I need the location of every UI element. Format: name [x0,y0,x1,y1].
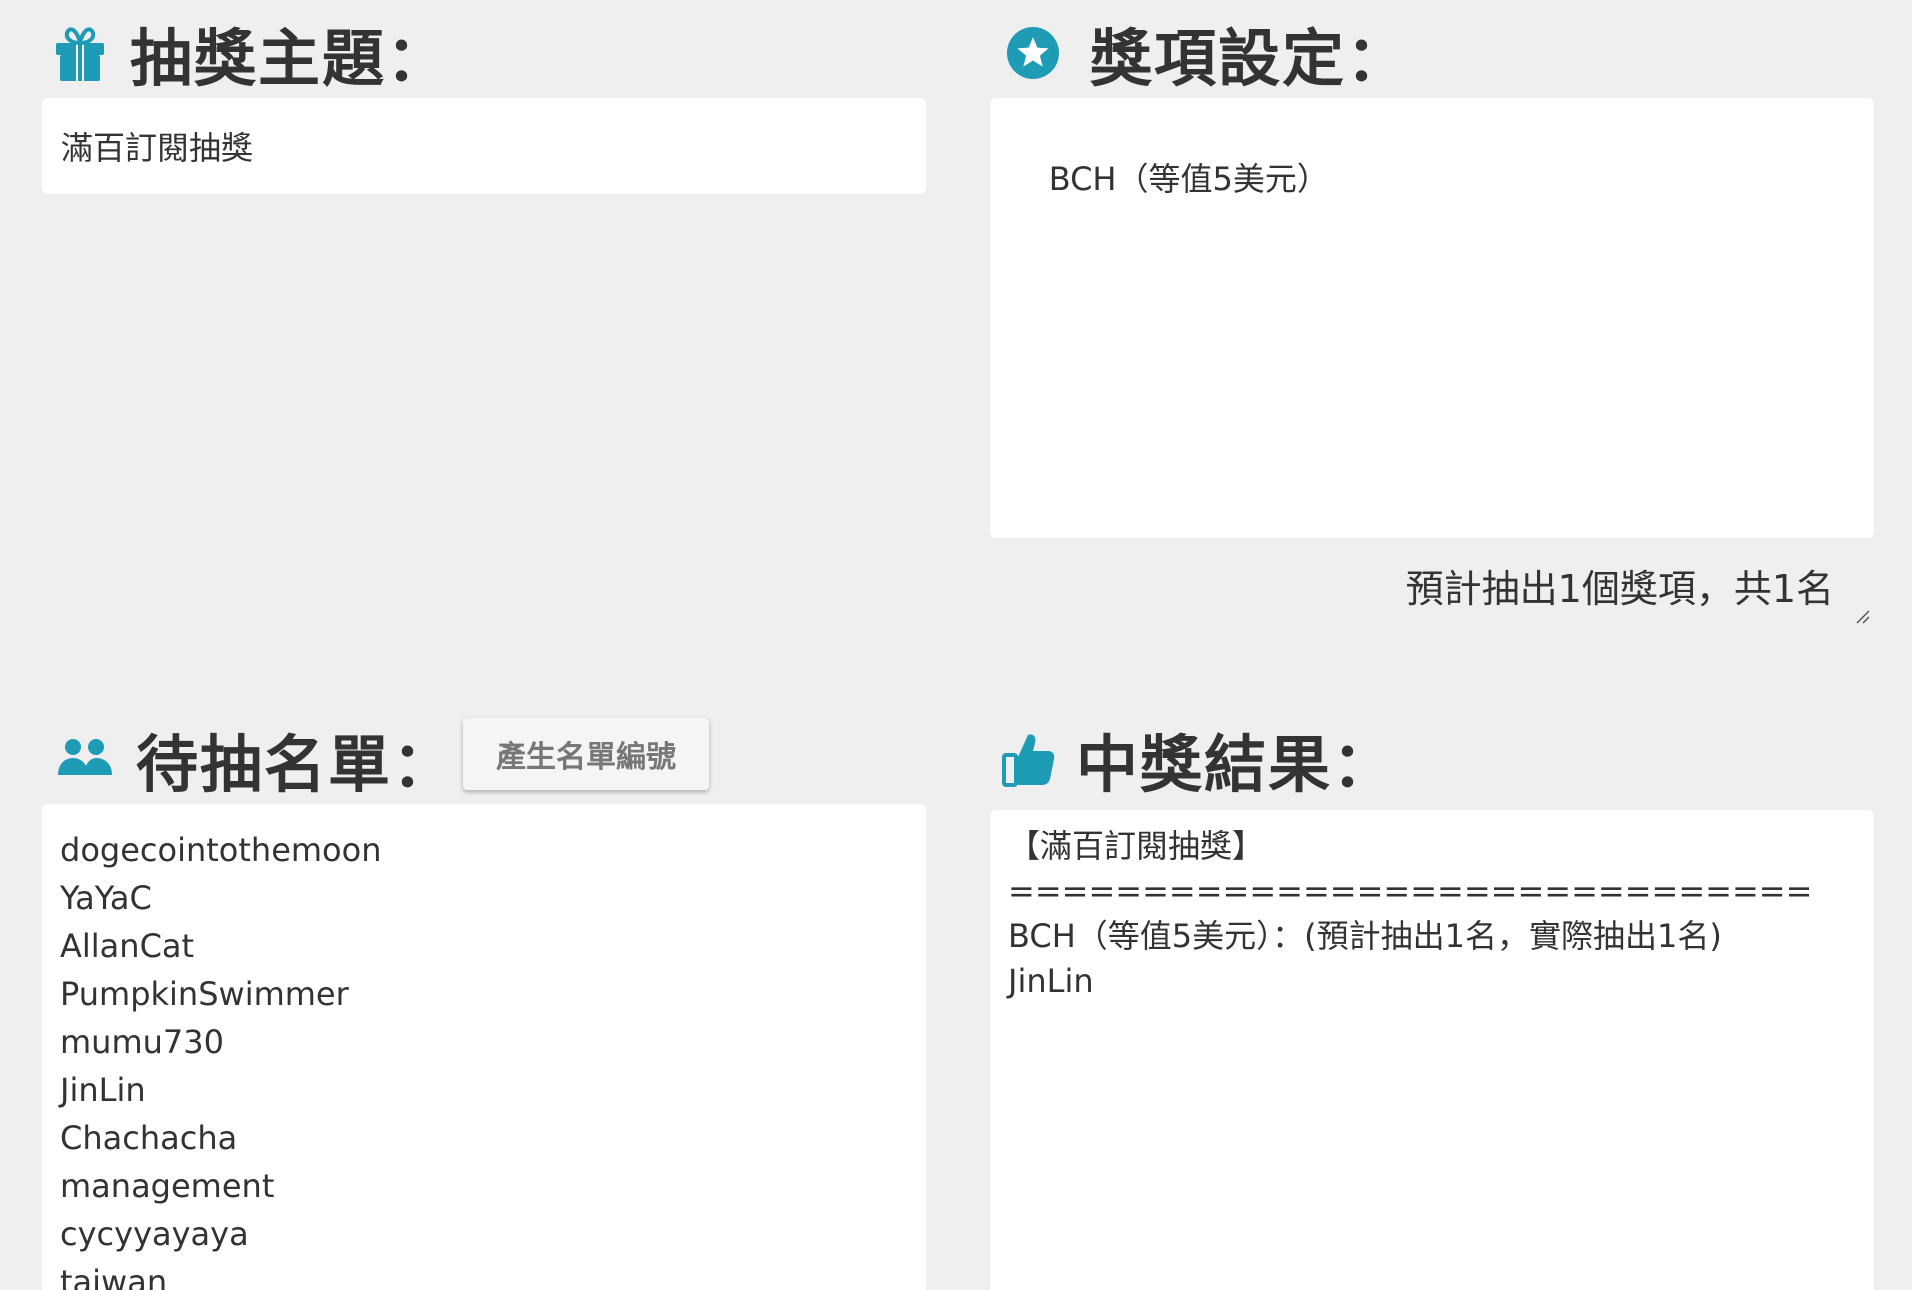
result-section-heading: 中獎結果： [1002,714,1396,804]
candidate-item: Chachacha [60,1119,238,1157]
candidate-item: management [60,1167,275,1205]
result-divider-line: ============================== [1008,872,1813,910]
thumbs-up-icon [1002,727,1056,791]
prize-textarea-value: BCH（等值5美元） [1048,160,1329,198]
prize-section-heading: 獎項設定： [1006,8,1410,98]
lottery-page: 抽獎主題： 滿百訂閱抽獎 獎項設定： BCH（等值5美元） 預計抽出1個獎項，共… [0,0,1912,1290]
theme-input[interactable]: 滿百訂閱抽獎 [42,98,926,194]
theme-section-heading: 抽獎主題： [52,8,450,98]
result-prize-line: BCH（等值5美元）：(預計抽出1名，實際抽出1名) [1008,917,1722,955]
theme-title: 抽獎主題： [130,22,451,95]
generate-list-number-button[interactable]: 產生名單編號 [463,718,709,790]
result-panel: 【滿百訂閱抽獎】 ============================== … [990,810,1874,1290]
prize-summary: 預計抽出1個獎項，共1名 [1405,567,1834,611]
star-circle-icon [1006,21,1060,85]
candidate-item: cycyyayaya [60,1215,249,1253]
gift-icon [52,21,108,85]
candidate-item: JinLin [60,1071,146,1109]
result-heading-line: 【滿百訂閱抽獎】 [1008,827,1265,865]
candidate-item: YaYaC [60,879,152,917]
users-icon [56,735,114,783]
candidate-item: dogecointothemoon [60,831,382,869]
candidate-title: 待抽名單： [136,728,457,801]
candidate-section-heading: 待抽名單： [56,714,456,804]
candidate-item: AllanCat [60,927,195,965]
result-winner-line: JinLin [1008,962,1094,1000]
resize-handle-icon[interactable] [1854,518,1870,624]
candidate-item: PumpkinSwimmer [60,975,349,1013]
candidate-item: taiwan [60,1263,168,1290]
result-title: 中獎結果： [1076,728,1397,801]
candidate-list-textarea[interactable]: dogecointothemoon YaYaC AllanCat Pumpkin… [42,804,926,1290]
candidate-item: mumu730 [60,1023,224,1061]
prize-title: 獎項設定： [1090,22,1411,95]
prize-textarea[interactable]: BCH（等值5美元） [990,98,1874,624]
theme-input-value: 滿百訂閱抽獎 [61,129,254,167]
